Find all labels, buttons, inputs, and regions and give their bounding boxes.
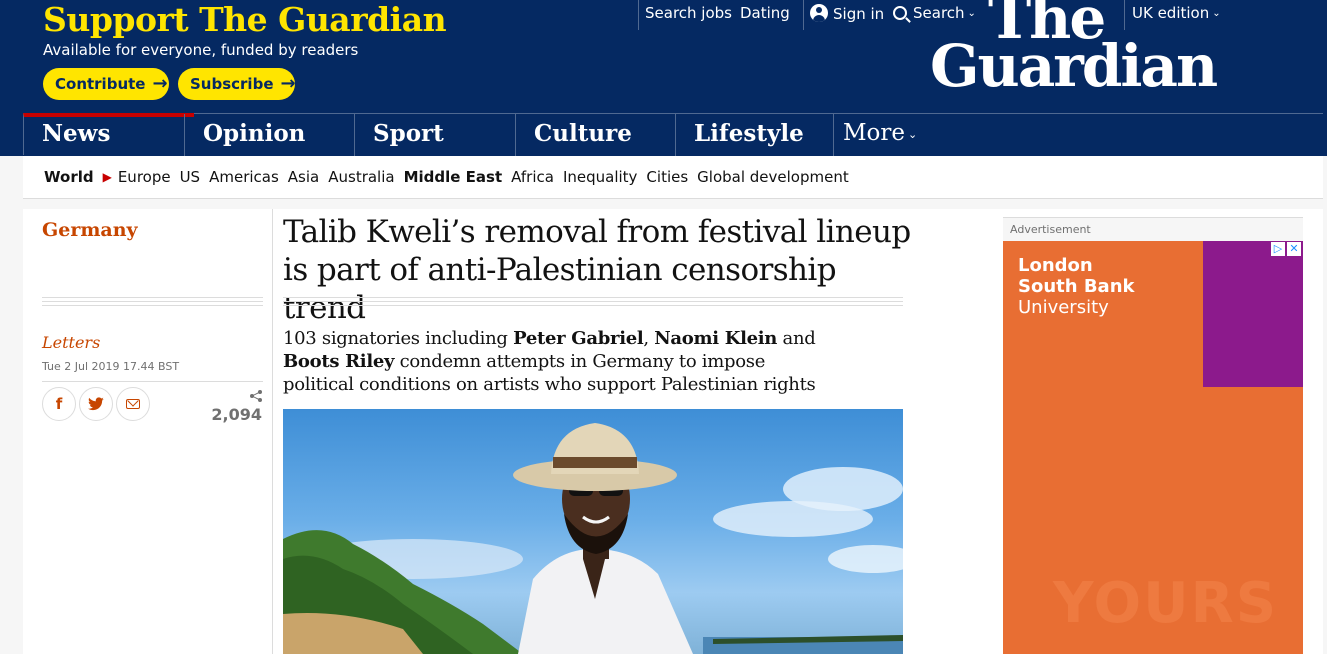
- search-icon: [893, 6, 907, 20]
- dateline: Tue 2 Jul 2019 17.44 BST: [42, 360, 180, 373]
- ad-watermark: YOURS: [1053, 571, 1279, 636]
- dating-link[interactable]: Dating: [740, 4, 790, 22]
- pillar-lifestyle[interactable]: Lifestyle: [675, 114, 833, 156]
- standfirst-name[interactable]: Boots Riley: [283, 351, 394, 372]
- subnav-item-us[interactable]: US: [180, 168, 201, 186]
- ad-label: Advertisement: [1003, 217, 1303, 241]
- pillar-nav: News Opinion Sport Culture Lifestyle Mor…: [23, 113, 1323, 156]
- share-twitter-button[interactable]: [79, 387, 113, 421]
- subnav-item-americas[interactable]: Americas: [209, 168, 279, 186]
- subscribe-button[interactable]: Subscribe →: [178, 68, 296, 100]
- standfirst-name[interactable]: Naomi Klein: [654, 328, 777, 349]
- article-main-image[interactable]: [283, 409, 903, 654]
- sign-in-link[interactable]: Sign in: [810, 4, 884, 23]
- contribute-button[interactable]: Contribute →: [43, 68, 169, 100]
- subnav-item-australia[interactable]: Australia: [328, 168, 394, 186]
- arrow-right-icon: →: [152, 73, 168, 94]
- logo-line-2: Guardian: [930, 32, 1218, 100]
- subscribe-label: Subscribe: [190, 75, 274, 93]
- ad-logo-text: London South Bank University: [1018, 255, 1134, 318]
- pillar-culture[interactable]: Culture: [515, 114, 675, 156]
- arrow-right-icon: →: [280, 73, 296, 94]
- subnav-item-world[interactable]: World: [44, 168, 94, 186]
- section-rule: [42, 297, 263, 309]
- share-count: 2,094: [211, 405, 262, 424]
- headline-rule: [283, 297, 903, 309]
- top-link-divider: [803, 0, 804, 30]
- article-container: Germany Letters Tue 2 Jul 2019 17.44 BST…: [23, 209, 1323, 654]
- triangle-right-icon: ▶: [102, 170, 112, 184]
- subnav-item-inequality[interactable]: Inequality: [563, 168, 637, 186]
- subnav-item-europe[interactable]: Europe: [118, 168, 171, 186]
- standfirst-name[interactable]: Peter Gabriel: [513, 328, 644, 349]
- more-label: More: [843, 120, 906, 146]
- sign-in-label: Sign in: [833, 5, 885, 23]
- support-subtitle: Available for everyone, funded by reader…: [43, 41, 359, 59]
- email-icon: [126, 399, 140, 409]
- ad-choices-icon[interactable]: ▷: [1271, 242, 1285, 256]
- share-facebook-button[interactable]: f: [42, 387, 76, 421]
- article-meta-column: Germany Letters Tue 2 Jul 2019 17.44 BST…: [23, 209, 273, 654]
- chevron-down-icon: ⌄: [908, 128, 918, 141]
- share-email-button[interactable]: [116, 387, 150, 421]
- ad-slot: Advertisement London South Bank Universi…: [1003, 217, 1303, 654]
- close-icon[interactable]: ✕: [1287, 242, 1301, 256]
- top-link-divider: [638, 0, 639, 30]
- share-icon: [250, 390, 262, 402]
- subnav: World ▶ Europe US Americas Asia Australi…: [23, 156, 1323, 199]
- standfirst-text: and: [777, 328, 816, 349]
- standfirst-text: ,: [643, 328, 655, 349]
- user-icon: [810, 4, 828, 22]
- ad-accent-block: [1203, 241, 1303, 387]
- ad-choices[interactable]: ▷ ✕: [1269, 242, 1301, 256]
- ad-text-line: London: [1018, 255, 1093, 276]
- article-headline: Talib Kweli’s removal from festival line…: [283, 214, 911, 326]
- article-standfirst: 103 signatories including Peter Gabriel,…: [283, 327, 823, 396]
- guardian-logo[interactable]: The Guardian: [930, 0, 1218, 100]
- contribute-label: Contribute: [55, 75, 146, 93]
- meta-divider: [42, 381, 263, 382]
- subnav-item-africa[interactable]: Africa: [511, 168, 554, 186]
- subnav-item-asia[interactable]: Asia: [288, 168, 319, 186]
- pillar-opinion[interactable]: Opinion: [184, 114, 354, 156]
- pillar-news[interactable]: News: [23, 113, 194, 155]
- standfirst-text: 103 signatories including: [283, 328, 514, 349]
- subnav-item-middle-east[interactable]: Middle East: [404, 168, 503, 186]
- search-jobs-link[interactable]: Search jobs: [645, 4, 732, 22]
- section-label[interactable]: Germany: [42, 219, 138, 241]
- twitter-icon: [88, 397, 104, 411]
- subnav-links: World ▶ Europe US Americas Asia Australi…: [44, 168, 858, 186]
- series-label[interactable]: Letters: [42, 333, 100, 352]
- ad-banner[interactable]: London South Bank University ▷ ✕ YOURS: [1003, 241, 1303, 654]
- more-menu[interactable]: More ⌄: [833, 114, 993, 156]
- pillar-sport[interactable]: Sport: [354, 114, 515, 156]
- support-title: Support The Guardian: [43, 0, 447, 39]
- ad-text-line: South Bank: [1018, 276, 1135, 297]
- article-photo: [283, 423, 903, 654]
- site-header: Support The Guardian Available for every…: [0, 0, 1327, 156]
- ad-text-line: University: [1018, 297, 1109, 318]
- facebook-icon: f: [55, 395, 63, 413]
- article-main-column: Talib Kweli’s removal from festival line…: [283, 209, 923, 654]
- subnav-item-global-development[interactable]: Global development: [697, 168, 849, 186]
- subnav-item-cities[interactable]: Cities: [646, 168, 688, 186]
